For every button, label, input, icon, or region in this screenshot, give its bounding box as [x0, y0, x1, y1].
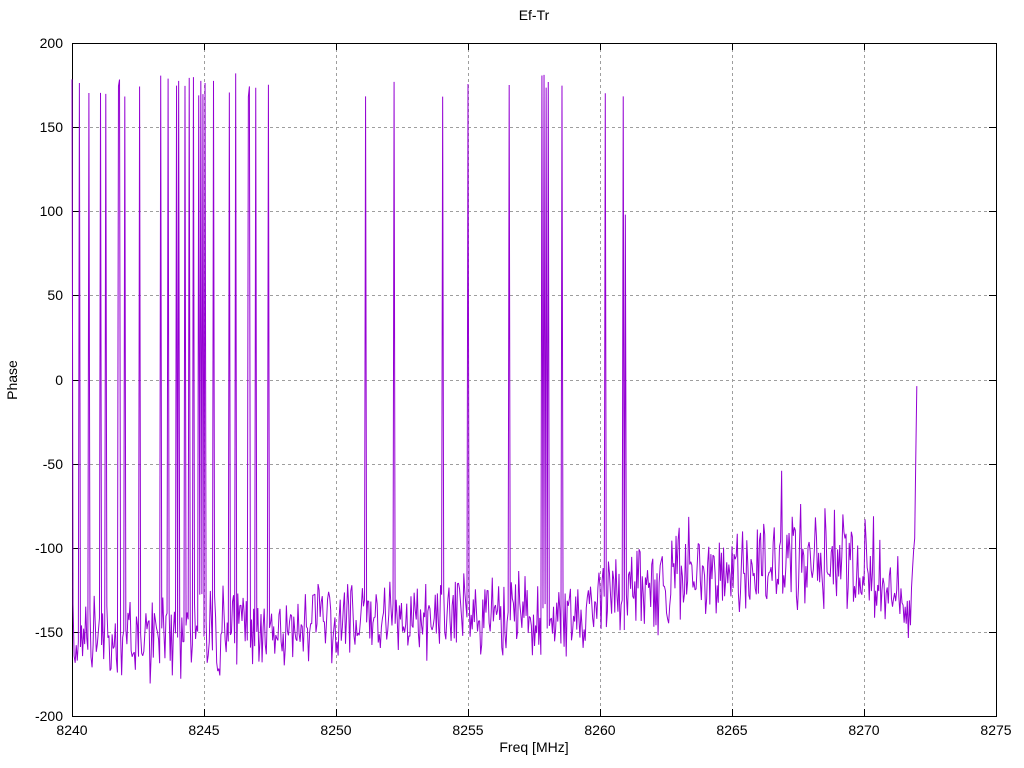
chart-title: Ef-Tr: [518, 7, 550, 23]
y-tick-label: 100: [39, 203, 63, 219]
chart: Ef-Tr Phase Freq [MHz] 200 150 100 50 0 …: [0, 0, 1024, 768]
x-tick-label: 8260: [584, 722, 616, 738]
plot-area: [0, 0, 1024, 768]
x-tick-label: 8270: [848, 722, 880, 738]
y-tick-label: 200: [39, 35, 63, 51]
y-tick-label: 50: [47, 287, 63, 303]
y-tick-label: -100: [34, 540, 63, 556]
y-tick-label: -50: [42, 456, 63, 472]
y-tick-label: -150: [34, 624, 63, 640]
x-tick-label: 8240: [56, 722, 88, 738]
x-tick-label: 8265: [716, 722, 748, 738]
x-tick-label: 8255: [452, 722, 484, 738]
x-axis-label: Freq [MHz]: [499, 739, 569, 755]
y-tick-label: 0: [55, 372, 63, 388]
x-tick-label: 8275: [980, 722, 1012, 738]
x-tick-label: 8250: [320, 722, 352, 738]
y-tick-label: 150: [39, 119, 63, 135]
x-tick-label: 8245: [188, 722, 220, 738]
